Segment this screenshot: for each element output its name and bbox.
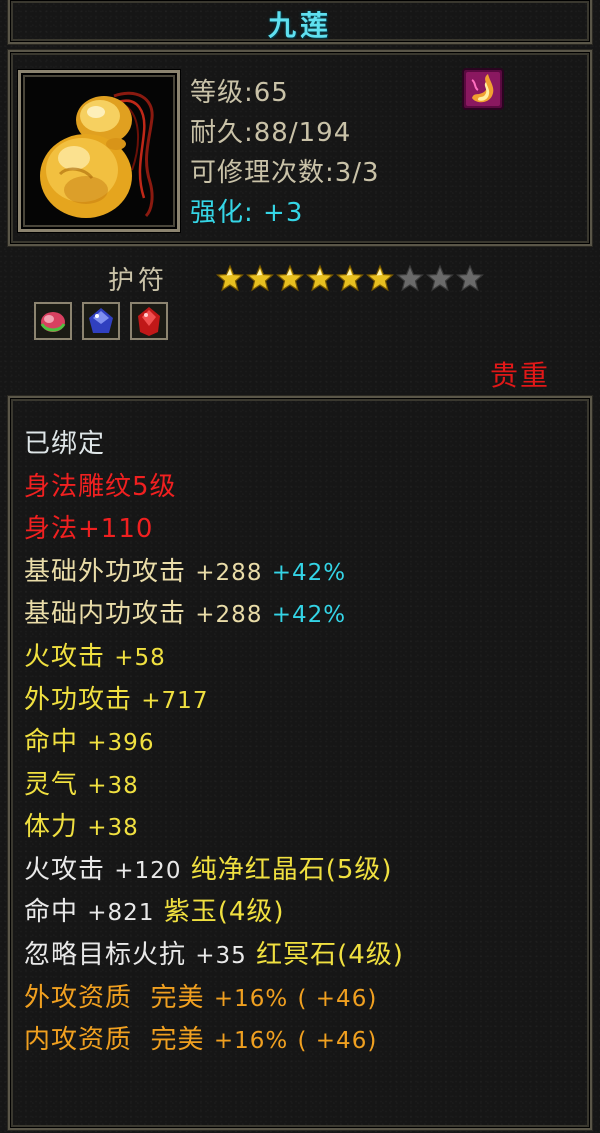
- title-bar: 九莲: [7, 0, 593, 45]
- attributes-panel: [7, 395, 593, 1131]
- ext-attack-row: 外功攻击 +717: [24, 684, 208, 717]
- attr-value: +58: [114, 645, 166, 671]
- attr-value: +16%: [213, 1028, 289, 1054]
- star-filled-icon: [336, 264, 364, 292]
- int-quality-row: 内攻资质 完美 +16% ( +46): [24, 1024, 377, 1057]
- base-ext-attack-row: 基础外功攻击 +288 +42%: [24, 556, 346, 589]
- item-name: 九莲: [267, 9, 332, 42]
- fire-attack-row: 火攻击 +58: [24, 641, 166, 674]
- item-durability: 耐久:88/194: [190, 118, 352, 148]
- star-filled-icon: [216, 264, 244, 292]
- attr-pct: +42%: [271, 602, 347, 628]
- base-int-attack-row: 基础内功攻击 +288 +42%: [24, 598, 346, 631]
- gem-slot-3[interactable]: [130, 302, 168, 340]
- star-empty-icon: [426, 264, 454, 292]
- carving-attr: 身法雕纹5级: [24, 472, 177, 502]
- gem-name: 红冥石(4级): [256, 940, 404, 970]
- attr-label: 外功攻击: [24, 685, 133, 715]
- gem-fire-row: 火攻击 +120 纯净红晶石(5级): [24, 854, 393, 887]
- item-level: 等级:65: [190, 78, 289, 108]
- flame-badge-icon[interactable]: [462, 68, 504, 110]
- quality-grade: 完美: [150, 1025, 205, 1055]
- jade-gourd-amulet-icon: [26, 78, 172, 224]
- gem-name: 纯净红晶石(5级): [190, 855, 393, 885]
- attr-label: 内攻资质: [24, 1025, 133, 1055]
- attr-value: +717: [141, 688, 209, 714]
- attr-label: 体力: [24, 812, 79, 842]
- ext-quality-row: 外攻资质 完美 +16% ( +46): [24, 982, 377, 1015]
- gem-hit-row: 命中 +821 紫玉(4级): [24, 896, 285, 929]
- attr-label: 基础内功攻击: [24, 599, 187, 629]
- star-filled-icon: [246, 264, 274, 292]
- gem-name: 紫玉(4级): [163, 897, 285, 927]
- gem-slot-1[interactable]: [34, 302, 72, 340]
- star-empty-icon: [396, 264, 424, 292]
- attr-value: +38: [87, 815, 139, 841]
- item-icon-frame[interactable]: [18, 70, 180, 232]
- item-enhance: 强化: +3: [190, 192, 303, 229]
- quality-grade: 完美: [150, 983, 205, 1013]
- enhance-value: +3: [263, 198, 304, 228]
- spirit-row: 灵气 +38: [24, 769, 139, 802]
- attr-pct: +42%: [271, 560, 347, 586]
- red-green-gem-icon: [34, 302, 72, 340]
- red-gem-icon: [130, 302, 168, 340]
- attr-bonus: ( +46): [297, 986, 378, 1012]
- attr-value: +35: [195, 943, 247, 969]
- item-tooltip: 九莲 等级:65 耐久:88/194 可修理次数:3/3 强化: +3 护符 贵…: [0, 0, 600, 1133]
- attr-value: +396: [87, 730, 155, 756]
- attr-value: +38: [87, 773, 139, 799]
- attr-label: 命中: [24, 897, 79, 927]
- amulet-label: 护符: [108, 266, 169, 296]
- attr-label: 火攻击: [24, 855, 106, 885]
- attr-value: +821: [87, 900, 155, 926]
- attr-label: 火攻击: [24, 642, 106, 672]
- agility-attr: 身法+110: [24, 514, 154, 544]
- gem-ignore-row: 忽略目标火抗 +35 红冥石(4级): [24, 939, 404, 972]
- attr-bonus: ( +46): [297, 1028, 378, 1054]
- star-empty-icon: [456, 264, 484, 292]
- blue-gem-icon: [82, 302, 120, 340]
- bound-status: 已绑定: [24, 429, 106, 459]
- enhance-label: 强化:: [190, 198, 254, 228]
- hit-row: 命中 +396: [24, 726, 154, 759]
- gem-slot-2[interactable]: [82, 302, 120, 340]
- star-filled-icon: [276, 264, 304, 292]
- attr-label: 命中: [24, 727, 79, 757]
- attr-value: +16%: [213, 986, 289, 1012]
- attr-label: 忽略目标火抗: [24, 940, 187, 970]
- star-filled-icon: [366, 264, 394, 292]
- attr-label: 基础外功攻击: [24, 557, 187, 587]
- attr-label: 外攻资质: [24, 983, 133, 1013]
- attr-value: +120: [114, 858, 182, 884]
- attr-label: 灵气: [24, 770, 79, 800]
- stamina-row: 体力 +38: [24, 811, 139, 844]
- attr-value: +288: [195, 560, 263, 586]
- item-repair-count: 可修理次数:3/3: [190, 158, 380, 188]
- rarity-label: 贵重: [490, 359, 551, 392]
- star-filled-icon: [306, 264, 334, 292]
- attr-value: +288: [195, 602, 263, 628]
